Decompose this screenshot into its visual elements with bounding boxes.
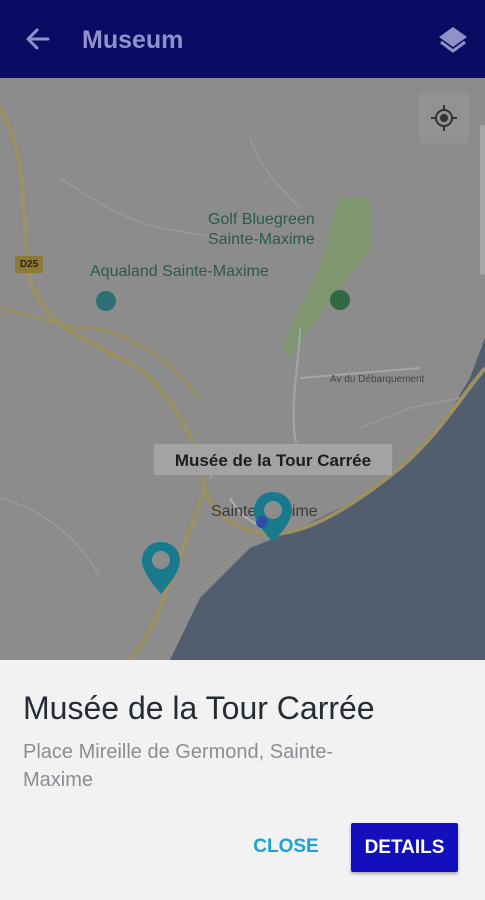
layers-icon [439, 27, 467, 53]
page-title: Museum [82, 26, 184, 54]
museum-marker[interactable] [140, 540, 182, 596]
details-button[interactable]: DETAILS [351, 823, 458, 872]
close-button[interactable]: CLOSE [240, 823, 332, 871]
marker-info-window[interactable]: Musée de la Tour Carrée [153, 443, 393, 476]
street-label: Av du Débarquement [330, 374, 425, 385]
app-bar: Museum [0, 0, 485, 78]
back-button[interactable] [22, 24, 52, 54]
place-address: Place Mireille de Germond, Sainte-Maxime [23, 741, 334, 791]
place-title: Musée de la Tour Carrée [23, 690, 375, 726]
my-location-icon [431, 105, 457, 131]
golf-poi-icon[interactable] [330, 290, 350, 310]
scrollbar[interactable] [480, 125, 485, 275]
aqualand-poi-icon[interactable] [96, 291, 116, 311]
map-view[interactable]: D25 Golf Bluegreen Sainte-Maxime Aqualan… [0, 78, 485, 660]
golf-label-line2: Sainte-Maxime [208, 231, 315, 248]
aqualand-label: Aqualand Sainte-Maxime [90, 263, 269, 280]
map-canvas [0, 106, 485, 660]
bottom-sheet: Musée de la Tour Carrée Place Mireille d… [0, 660, 485, 900]
my-location-button[interactable] [419, 93, 469, 143]
user-location-dot [256, 516, 268, 528]
road-badge: D25 [15, 256, 43, 273]
layers-button[interactable] [436, 24, 470, 56]
arrow-back-icon [26, 28, 50, 50]
golf-label-line1: Golf Bluegreen [208, 211, 315, 228]
